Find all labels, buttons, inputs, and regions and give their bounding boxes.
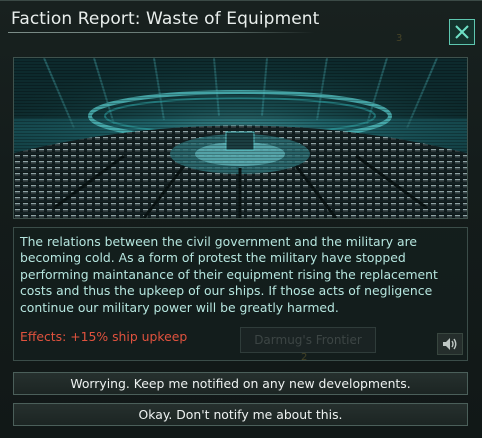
option-dont-notify-button[interactable]: Okay. Don't notify me about this. — [13, 403, 468, 426]
background-number: 3 — [396, 33, 403, 44]
parliament-chamber-image — [14, 58, 467, 218]
background-number: 2 — [301, 352, 308, 363]
dialog-title: Faction Report: Waste of Equipment — [11, 9, 320, 29]
title-divider — [8, 32, 314, 33]
background-frontier-label: Darmug's Frontier — [240, 327, 376, 353]
speaker-icon — [443, 338, 457, 350]
narration-button[interactable] — [437, 333, 463, 355]
event-effects: Effects: +15% ship upkeep — [20, 329, 188, 344]
option-keep-notified-button[interactable]: Worrying. Keep me notified on any new de… — [13, 372, 468, 395]
faction-report-dialog: Faction Report: Waste of Equipment 3 Dar… — [0, 0, 482, 438]
event-picture — [13, 57, 468, 219]
close-button[interactable] — [449, 19, 475, 45]
close-x-icon — [455, 25, 469, 39]
event-description: The relations between the civil governme… — [20, 234, 438, 315]
